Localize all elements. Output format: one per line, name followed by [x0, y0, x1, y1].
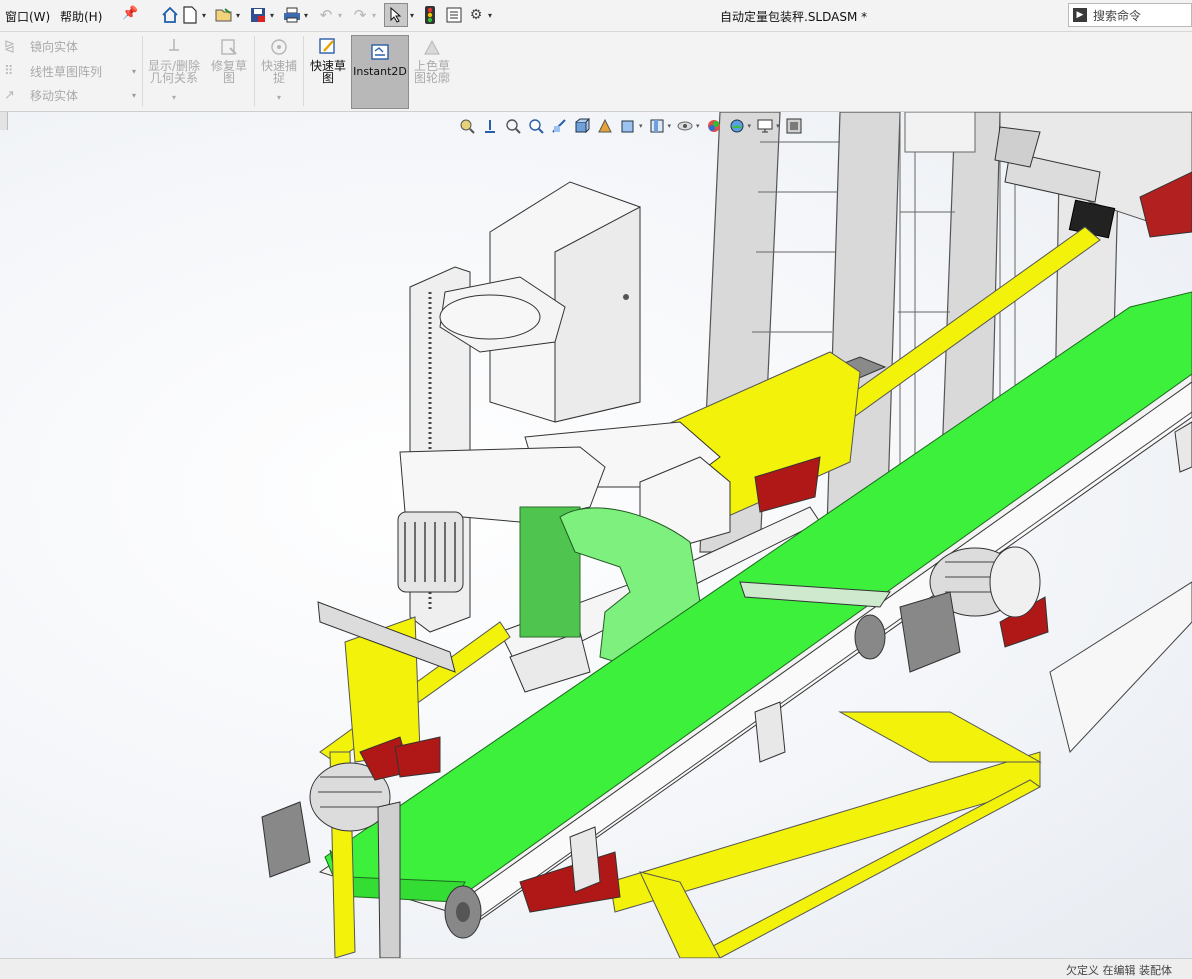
appearance-dropdown-icon[interactable]: ▾	[668, 122, 672, 130]
edit-appearance-icon[interactable]	[648, 117, 666, 135]
view-orientation-icon[interactable]	[573, 117, 591, 135]
display-monitor-icon[interactable]	[756, 117, 774, 135]
shaded-contours-icon	[421, 36, 443, 58]
search-placeholder: 搜索命令	[1093, 8, 1142, 23]
relations-icon	[163, 36, 185, 58]
new-document-icon[interactable]	[180, 5, 200, 25]
select-dropdown-icon[interactable]: ▾	[408, 11, 416, 20]
quick-access-toolbar: ▾ ▾ ▾ ▾ ↶ ▾ ↷ ▾ ▾ ⚙ ▾	[160, 3, 494, 27]
section-view-icon[interactable]	[527, 117, 545, 135]
menu-help[interactable]: 帮助(H)	[60, 8, 102, 25]
dynamic-annotation-icon[interactable]	[550, 117, 568, 135]
options-dropdown-icon[interactable]: ▾	[486, 11, 494, 20]
open-dropdown-icon[interactable]: ▾	[234, 11, 242, 20]
menu-window[interactable]: 窗口(W)	[5, 8, 50, 25]
move-entities-tool[interactable]: ↗ 移动实体 ▾	[4, 85, 136, 105]
hopper-top	[904, 112, 976, 153]
display-delete-relations-button[interactable]: 显示/删除 几何关系 ▾	[147, 36, 201, 106]
ribbon-separator	[254, 36, 255, 106]
rebuild-traffic-light-icon[interactable]	[420, 5, 440, 25]
quick-snaps-dropdown-icon[interactable]: ▾	[277, 92, 281, 104]
instant2d-label: Instant2D	[353, 65, 407, 78]
undo-dropdown-icon[interactable]: ▾	[336, 11, 344, 20]
repair-sketch-button[interactable]: 修复草 图	[207, 36, 251, 106]
previous-view-icon[interactable]	[504, 117, 522, 135]
status-bar: 欠定义 在编辑 装配体	[0, 958, 1192, 979]
scene-dropdown-icon[interactable]: ▾	[748, 122, 752, 130]
linear-pattern-dropdown-icon[interactable]: ▾	[132, 67, 136, 76]
belt-pulley-rear	[854, 614, 886, 660]
hide-show-dropdown-icon[interactable]: ▾	[639, 122, 643, 130]
open-folder-icon[interactable]	[214, 5, 234, 25]
repair-sketch-label-2: 图	[222, 71, 235, 85]
white-support-frame	[1049, 581, 1192, 754]
status-right-text: 欠定义 在编辑 装配体	[1066, 964, 1172, 977]
instant2d-button[interactable]: Instant2D	[351, 35, 409, 109]
view-ports-icon[interactable]	[785, 117, 803, 135]
save-dropdown-icon[interactable]: ▾	[268, 11, 276, 20]
linear-pattern-icon: ⠿	[4, 63, 14, 79]
linear-sketch-pattern-label: 线性草图阵列	[30, 64, 103, 79]
display-dropdown-icon[interactable]: ▾	[776, 122, 780, 130]
scene-globe-icon[interactable]	[728, 117, 746, 135]
home-icon[interactable]	[160, 5, 180, 25]
document-title: 自动定量包装秤.SLDASM *	[720, 10, 868, 24]
menu-bar: 窗口(W) 帮助(H) 📌 ▾ ▾ ▾ ▾ ↶ ▾ ↷ ▾ ▾ ⚙ ▾ 自动定量…	[0, 0, 1192, 32]
linear-sketch-pattern-tool[interactable]: ⠿ 线性草图阵列 ▾	[4, 61, 136, 81]
instant2d-icon	[369, 42, 391, 64]
relations-dropdown-icon[interactable]: ▾	[172, 92, 176, 104]
leg-left	[377, 801, 401, 958]
zoom-to-fit-icon[interactable]	[458, 117, 476, 135]
quick-snaps-icon	[268, 36, 290, 58]
move-entities-dropdown-icon[interactable]: ▾	[132, 91, 136, 100]
apply-scene-icon[interactable]	[705, 117, 723, 135]
command-manager: ⧎ 镜向实体 ⠿ 线性草图阵列 ▾ ↗ 移动实体 ▾ 显示/删除 几何关系 ▾ …	[0, 32, 1192, 112]
display-style-icon[interactable]	[596, 117, 614, 135]
quick-snaps-label-2: 捉	[272, 71, 285, 85]
save-icon[interactable]	[248, 5, 268, 25]
mirror-icon: ⧎	[4, 38, 15, 54]
rapid-sketch-icon	[317, 36, 339, 58]
ribbon-separator	[303, 36, 304, 106]
display-delete-relations-label-2: 几何关系	[149, 71, 198, 85]
new-dropdown-icon[interactable]: ▾	[200, 11, 208, 20]
shaded-sketch-contours-button[interactable]: 上色草 图轮廓	[410, 36, 454, 106]
pin-icon[interactable]: 📌	[122, 6, 138, 21]
view-settings-dropdown-icon[interactable]: ▾	[696, 122, 700, 130]
rapid-sketch-button[interactable]: 快速草 图	[306, 36, 350, 106]
move-entities-label: 移动实体	[30, 88, 79, 103]
mirror-entities-label: 镜向实体	[30, 39, 79, 54]
print-dropdown-icon[interactable]: ▾	[302, 11, 310, 20]
options-gear-icon[interactable]: ⚙	[466, 5, 486, 25]
select-cursor-icon[interactable]	[384, 3, 408, 27]
print-icon[interactable]	[282, 5, 302, 25]
redo-dropdown-icon[interactable]: ▾	[370, 11, 378, 20]
undo-icon[interactable]: ↶	[316, 5, 336, 25]
graphics-area[interactable]: ▾ ▾ ▾ ▾ ▾	[0, 112, 1192, 958]
redo-icon[interactable]: ↷	[350, 5, 370, 25]
command-search-icon: ▶	[1073, 8, 1087, 22]
move-entities-icon: ↗	[4, 87, 15, 103]
hide-show-items-icon[interactable]	[619, 117, 637, 135]
file-properties-icon[interactable]	[444, 5, 464, 25]
view-settings-eye-icon[interactable]	[676, 117, 694, 135]
shaded-contours-label-2: 图轮廓	[413, 71, 450, 85]
belt-pulley-front	[444, 885, 482, 939]
repair-sketch-icon	[218, 36, 240, 58]
quick-snaps-button[interactable]: 快速捕 捉 ▾	[258, 36, 300, 106]
mirror-entities-tool[interactable]: ⧎ 镜向实体	[4, 36, 78, 56]
assembly-model-3d	[261, 112, 1192, 958]
heads-up-view-toolbar: ▾ ▾ ▾ ▾ ▾	[458, 116, 803, 136]
search-commands-box[interactable]: ▶ 搜索命令	[1068, 3, 1192, 27]
zoom-to-area-icon[interactable]	[481, 117, 499, 135]
ribbon-separator	[142, 36, 143, 106]
rapid-sketch-label-2: 图	[321, 71, 334, 85]
